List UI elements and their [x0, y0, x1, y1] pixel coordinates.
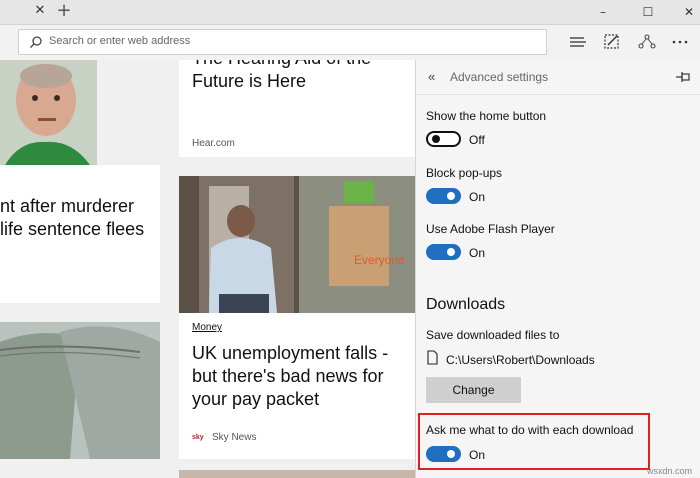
download-path: C:\Users\Robert\Downloads	[446, 353, 595, 367]
new-tab-button[interactable]: +	[56, 2, 72, 20]
advanced-settings-panel: « Advanced settings Show the home button…	[415, 60, 700, 478]
downloads-heading: Downloads	[426, 296, 506, 313]
left-headline-line2: life sentence flees	[0, 219, 145, 239]
flash-toggle[interactable]	[426, 244, 461, 260]
news-feed: nt after murderer life sentence flees Th…	[0, 60, 415, 478]
flash-label: Use Adobe Flash Player	[426, 222, 555, 236]
sky-news-logo-icon: sky	[192, 430, 206, 442]
close-window-button[interactable]: ✕	[679, 3, 699, 21]
svg-text:sky: sky	[192, 434, 204, 441]
news-card-unemployment[interactable]: Money UK unemployment falls - but there'…	[179, 313, 415, 459]
panel-header: « Advanced settings	[416, 60, 700, 95]
portrait-image	[0, 60, 97, 165]
close-tab-button[interactable]: ✕	[33, 4, 47, 18]
hub-icon[interactable]	[568, 33, 588, 51]
pin-icon[interactable]	[675, 71, 691, 83]
tab-bar: ✕ + – ☐ ✕	[0, 0, 700, 25]
window-controls: – ☐ ✕	[550, 0, 700, 25]
hearing-headline: The Hearing Aid of the Future is Here	[192, 60, 371, 91]
ask-download-toggle[interactable]	[426, 446, 461, 462]
news-photo-cliff[interactable]	[0, 322, 160, 459]
hearing-source: Hear.com	[192, 138, 235, 149]
share-icon[interactable]	[637, 33, 657, 51]
address-bar[interactable]: Search or enter web address	[18, 29, 547, 55]
home-button-toggle[interactable]	[426, 131, 461, 147]
popups-label: Block pop-ups	[426, 166, 503, 180]
maximize-button[interactable]: ☐	[638, 3, 658, 21]
ask-download-label: Ask me what to do with each download	[426, 423, 634, 437]
address-bar-row: Search or enter web address	[0, 25, 700, 60]
watermark: wsxdn.com	[646, 466, 692, 476]
more-icon[interactable]	[670, 33, 690, 51]
next-news-card[interactable]	[179, 470, 415, 478]
address-placeholder: Search or enter web address	[49, 35, 191, 47]
cliff-image	[0, 322, 160, 459]
news-photo-man[interactable]	[0, 60, 97, 165]
home-button-label: Show the home button	[426, 109, 547, 123]
popups-state: On	[469, 190, 486, 204]
unemployment-source: Sky News	[212, 432, 257, 443]
jobcentre-image: Everyone	[179, 176, 415, 313]
money-tag[interactable]: Money	[192, 322, 222, 333]
news-photo-jobcentre[interactable]: Everyone	[179, 176, 415, 313]
minimize-button[interactable]: –	[593, 3, 613, 21]
news-card-hearing[interactable]: The Hearing Aid of the Future is Here He…	[179, 60, 415, 157]
back-chevron-icon[interactable]: «	[428, 69, 435, 84]
news-card-left[interactable]: nt after murderer life sentence flees	[0, 165, 160, 303]
ask-download-state: On	[469, 448, 486, 462]
change-location-button[interactable]: Change	[426, 377, 521, 403]
photo-sign-text: Everyone	[354, 253, 405, 267]
web-note-icon[interactable]	[602, 33, 622, 51]
unemployment-headline: UK unemployment falls - but there's bad …	[192, 343, 389, 409]
folder-icon	[427, 350, 438, 365]
popups-toggle[interactable]	[426, 188, 461, 204]
left-headline-line1: nt after murderer	[0, 196, 135, 216]
home-button-state: Off	[469, 133, 485, 147]
flash-state: On	[469, 246, 486, 260]
search-icon	[30, 36, 42, 48]
save-location-label: Save downloaded files to	[426, 328, 560, 342]
panel-title: Advanced settings	[450, 70, 549, 84]
